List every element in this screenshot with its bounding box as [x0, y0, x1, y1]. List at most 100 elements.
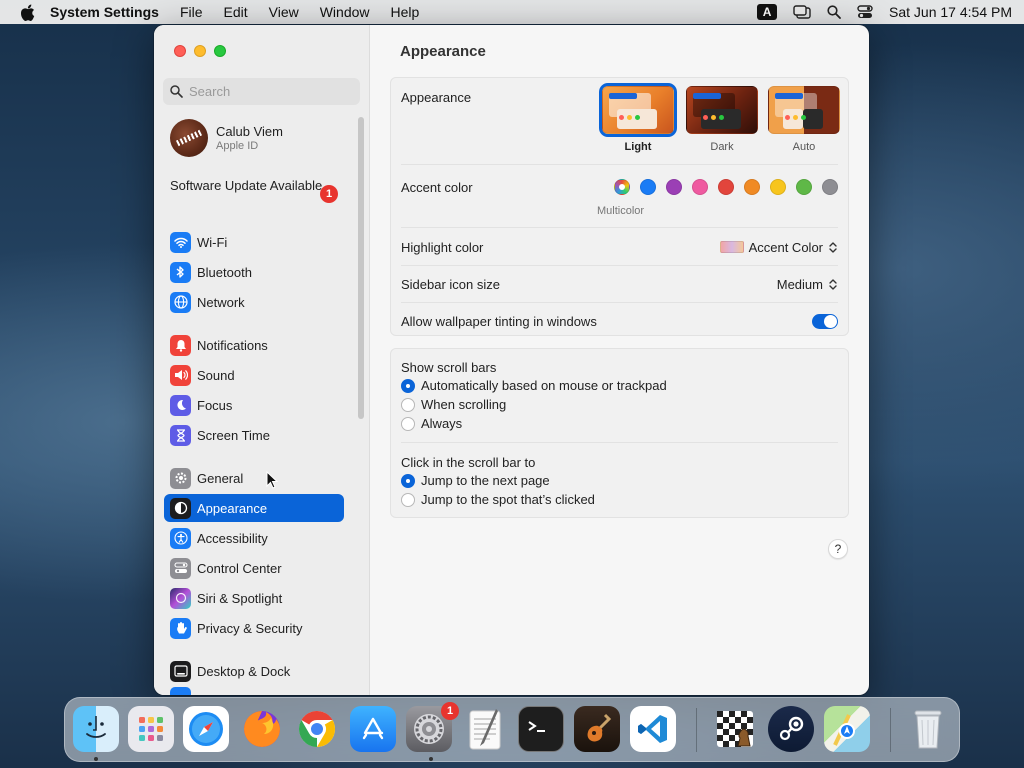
app-store-icon[interactable] — [350, 706, 396, 752]
close-window-button[interactable] — [174, 45, 186, 57]
highlight-color-popup[interactable]: Accent Color — [719, 240, 838, 255]
sidebar-icon-size-popup[interactable]: Medium — [777, 277, 838, 292]
sidebar-item-label: Bluetooth — [197, 264, 252, 280]
sidebar-item-desktop-dock[interactable]: Desktop & Dock — [164, 657, 344, 685]
dock-separator — [696, 708, 697, 752]
theme-label-auto: Auto — [792, 141, 816, 153]
sidebar-item-appearance[interactable]: Appearance — [164, 494, 344, 522]
speaker-icon — [170, 364, 191, 386]
vscode-icon[interactable] — [630, 706, 676, 752]
auto-theme-thumbnail — [768, 86, 840, 134]
radio-button[interactable] — [401, 492, 415, 507]
minimize-window-button[interactable] — [194, 45, 206, 57]
garageband-icon[interactable] — [574, 706, 620, 752]
radio-button[interactable] — [401, 397, 415, 412]
sidebar-item-partial[interactable] — [164, 687, 344, 695]
theme-option-auto[interactable]: Auto — [768, 86, 840, 153]
radio-button[interactable] — [401, 416, 415, 431]
accent-swatch-yellow[interactable] — [770, 179, 786, 195]
spotlight-search-icon[interactable] — [827, 5, 841, 19]
accent-swatch-green[interactable] — [796, 179, 812, 195]
terminal-icon[interactable] — [518, 706, 564, 752]
sidebar-search-input[interactable]: Search — [163, 78, 360, 105]
click-scroll-option-next-page[interactable]: Jump to the next page — [401, 473, 550, 488]
apple-menu-icon[interactable] — [18, 3, 36, 21]
launchpad-icon[interactable] — [128, 706, 174, 752]
menu-view[interactable]: View — [269, 4, 299, 20]
menu-file[interactable]: File — [180, 4, 203, 20]
sidebar-scrollbar[interactable] — [358, 117, 364, 419]
sidebar-item-wifi[interactable]: Wi-Fi — [164, 228, 344, 256]
content-pane: Appearance Appearance Light Dark Auto Ac… — [370, 25, 869, 695]
appearance-settings-group: Appearance Light Dark Auto Accent color … — [390, 77, 849, 336]
dock-separator — [890, 708, 891, 752]
sidebar-item-label: Privacy & Security — [197, 620, 303, 636]
sidebar-item-focus[interactable]: Focus — [164, 391, 344, 419]
bluetooth-icon — [170, 261, 191, 283]
theme-option-dark[interactable]: Dark — [686, 86, 758, 153]
radio-label: Jump to the next page — [421, 473, 550, 488]
software-update-item[interactable]: Software Update Available — [170, 178, 340, 194]
appearance-label: Appearance — [401, 89, 472, 105]
sidebar-item-control-center[interactable]: Control Center — [164, 554, 344, 582]
steam-icon[interactable] — [768, 706, 814, 752]
firefox-icon[interactable] — [239, 706, 285, 752]
scroll-bars-option-always[interactable]: Always — [401, 416, 462, 431]
sidebar-item-screen-time[interactable]: Screen Time — [164, 421, 344, 449]
safari-icon[interactable] — [183, 706, 229, 752]
accent-swatch-red[interactable] — [718, 179, 734, 195]
hand-icon — [170, 617, 191, 639]
menu-edit[interactable]: Edit — [224, 4, 248, 20]
sidebar-item-label: Notifications — [197, 337, 268, 353]
sidebar-icon-size-row: Sidebar icon size Medium — [401, 274, 838, 294]
control-center-icon — [170, 557, 191, 579]
accent-swatch-purple[interactable] — [666, 179, 682, 195]
menu-bar: System Settings File Edit View Window He… — [0, 0, 1024, 24]
control-center-menu-icon[interactable] — [857, 5, 873, 19]
click-scroll-option-spot-clicked[interactable]: Jump to the spot that’s clicked — [401, 492, 595, 507]
theme-option-light[interactable]: Light — [599, 83, 677, 153]
sidebar-item-general[interactable]: General — [164, 464, 344, 492]
chess-icon[interactable] — [712, 706, 758, 752]
input-source-icon[interactable]: A — [757, 4, 778, 20]
sidebar-item-accessibility[interactable]: Accessibility — [164, 524, 344, 552]
menu-help[interactable]: Help — [391, 4, 420, 20]
radio-button[interactable] — [401, 378, 415, 393]
scroll-bars-option-auto[interactable]: Automatically based on mouse or trackpad — [401, 378, 667, 393]
accent-swatch-blue[interactable] — [640, 179, 656, 195]
app-name-menu[interactable]: System Settings — [50, 4, 159, 20]
accent-swatch-multicolor[interactable] — [614, 179, 630, 195]
trash-icon[interactable] — [905, 706, 951, 752]
zoom-window-button[interactable] — [214, 45, 226, 57]
accent-swatch-graphite[interactable] — [822, 179, 838, 195]
divider — [401, 164, 838, 165]
sidebar-item-privacy-security[interactable]: Privacy & Security — [164, 614, 344, 642]
accent-swatch-orange[interactable] — [744, 179, 760, 195]
sidebar-item-notifications[interactable]: Notifications — [164, 331, 344, 359]
textedit-icon[interactable] — [462, 706, 508, 752]
apple-id-profile[interactable]: Calub Viem Apple ID — [170, 119, 283, 157]
sidebar-item-network[interactable]: Network — [164, 288, 344, 316]
show-scroll-bars-heading: Show scroll bars — [401, 358, 838, 376]
click-scroll-label: Click in the scroll bar to — [401, 454, 536, 470]
sidebar-item-siri-spotlight[interactable]: Siri & Spotlight — [164, 584, 344, 612]
help-button[interactable]: ? — [828, 539, 848, 559]
radio-button[interactable] — [401, 473, 415, 488]
menu-clock[interactable]: Sat Jun 17 4:54 PM — [889, 4, 1012, 20]
chrome-icon[interactable] — [294, 706, 340, 752]
accent-swatch-pink[interactable] — [692, 179, 708, 195]
finder-icon[interactable] — [73, 706, 119, 752]
sidebar-item-bluetooth[interactable]: Bluetooth — [164, 258, 344, 286]
menu-window[interactable]: Window — [320, 4, 370, 20]
maps-icon[interactable] — [824, 706, 870, 752]
system-settings-window: Search Calub Viem Apple ID Software Upda… — [154, 25, 869, 695]
stage-manager-icon[interactable] — [793, 5, 811, 19]
sidebar-item-sound[interactable]: Sound — [164, 361, 344, 389]
wallpaper-tinting-toggle[interactable] — [812, 313, 838, 329]
dock-icon — [170, 660, 191, 682]
scroll-bars-option-when-scrolling[interactable]: When scrolling — [401, 397, 506, 412]
divider — [401, 442, 838, 443]
page-title: Appearance — [400, 43, 486, 60]
chevron-updown-icon — [828, 240, 838, 254]
window-controls — [174, 45, 226, 57]
